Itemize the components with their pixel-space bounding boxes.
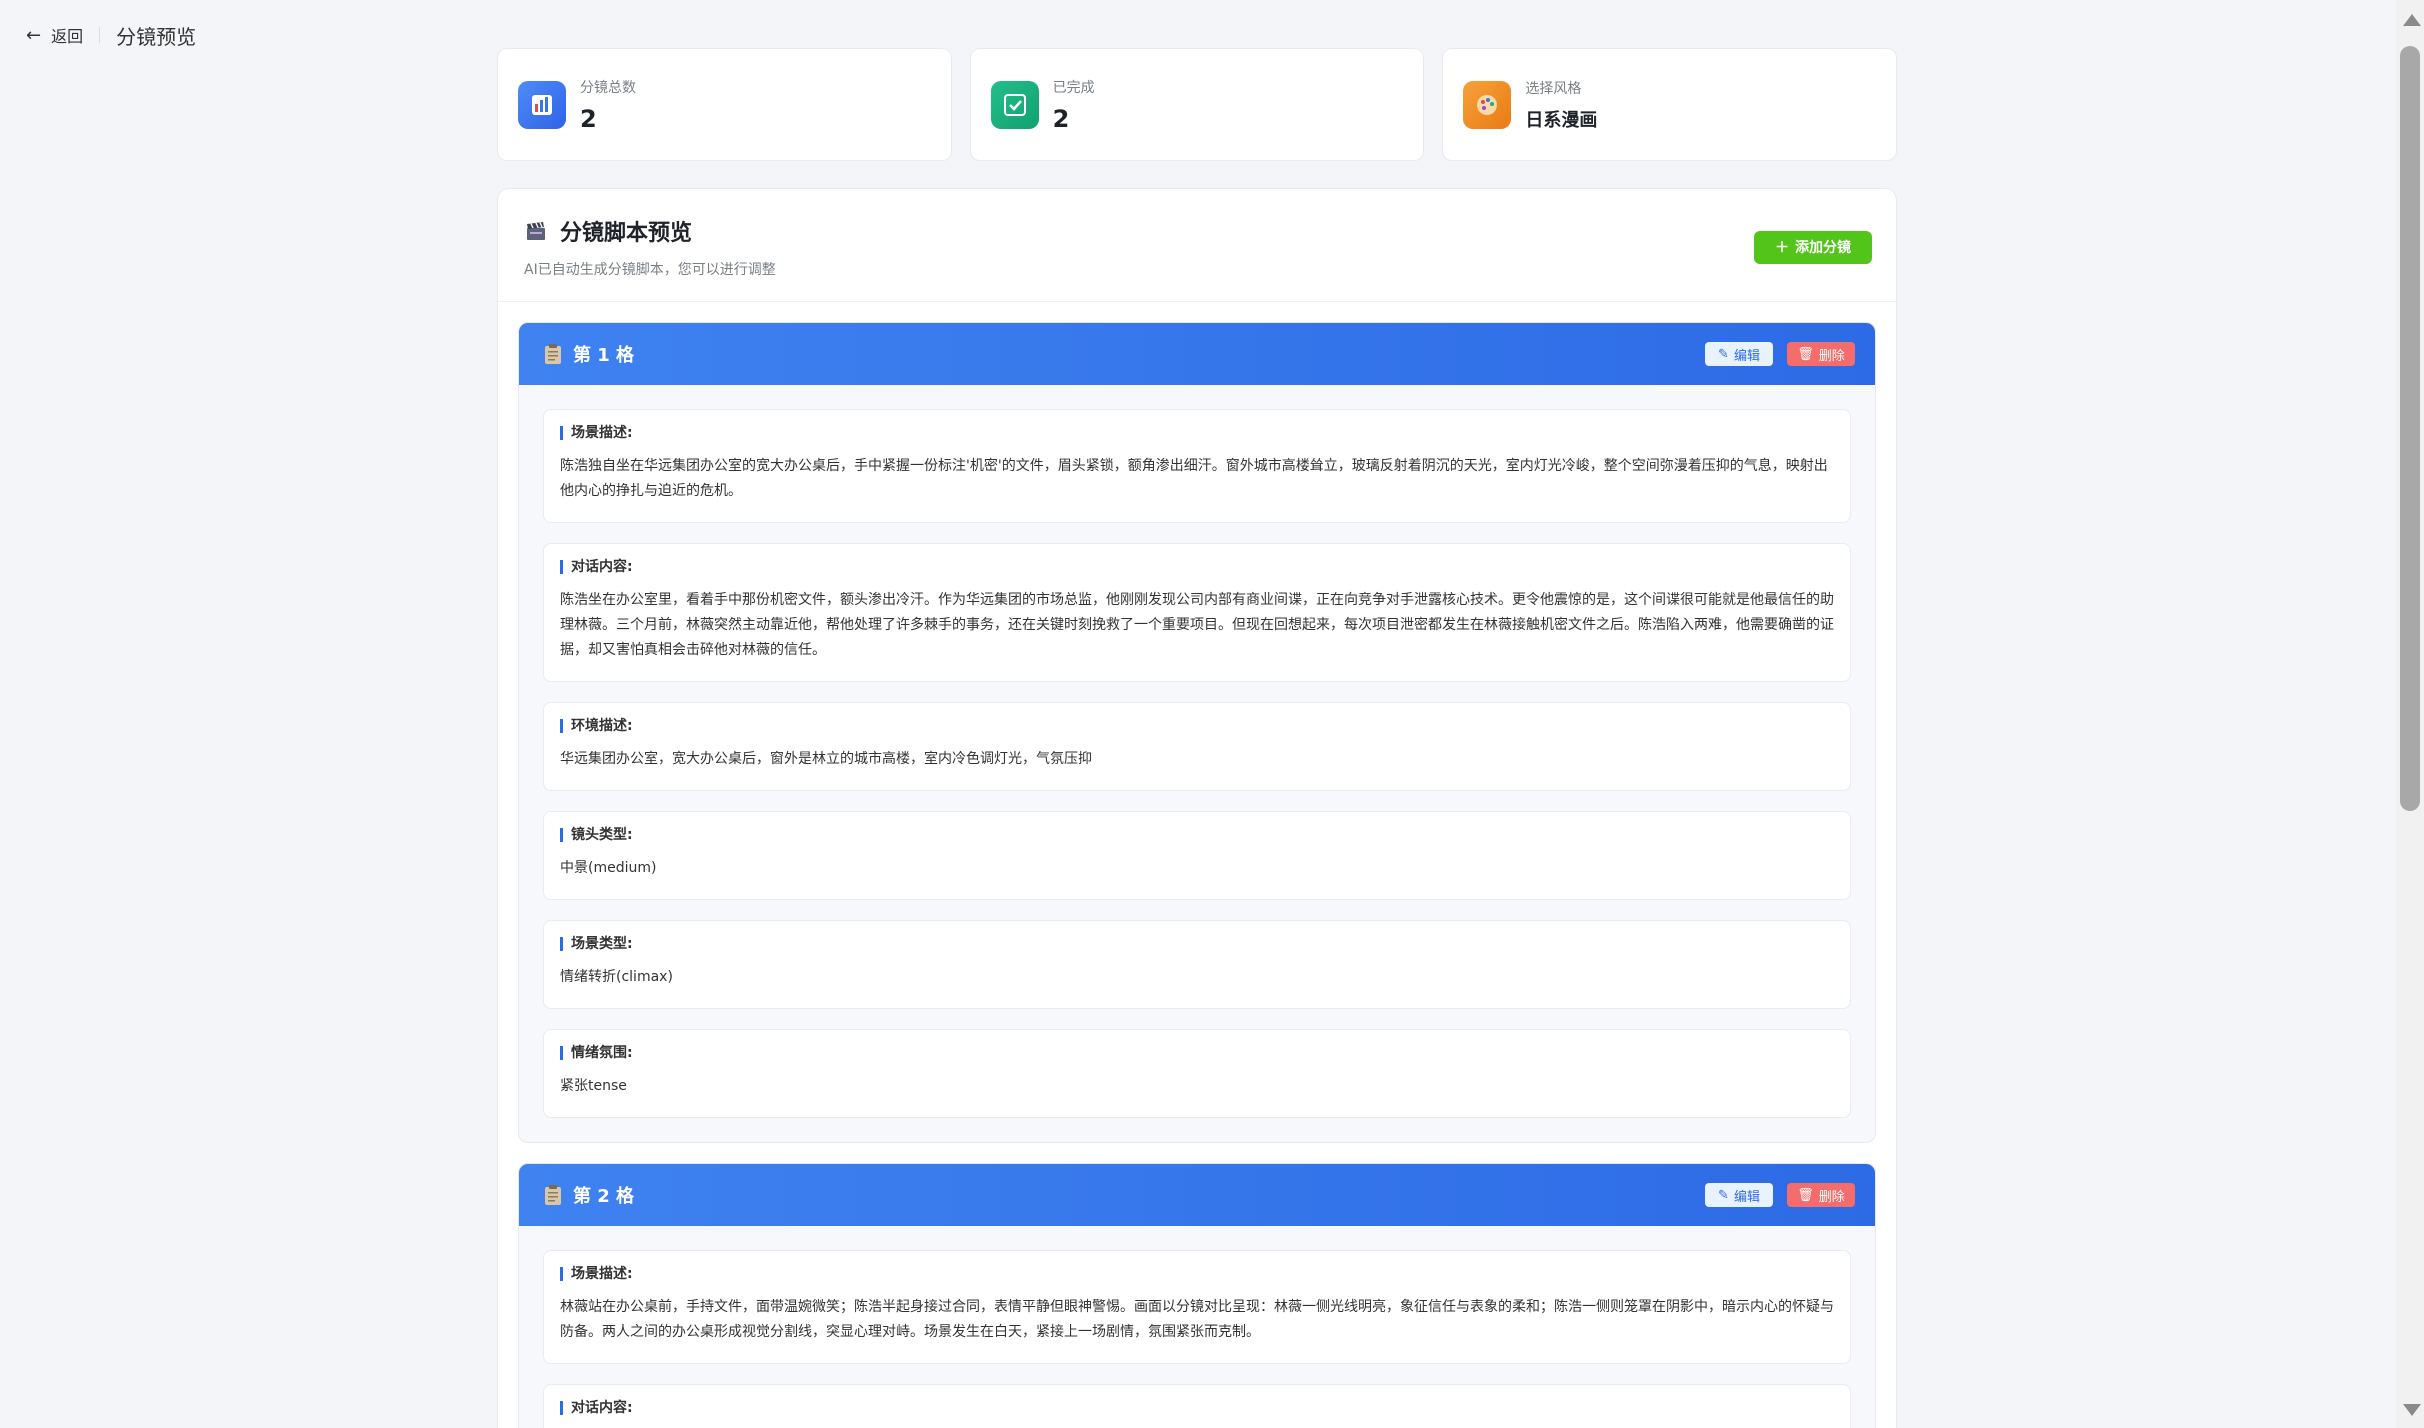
panel-actions: ✎ 编辑 🗑 删除 xyxy=(1705,342,1855,366)
field-mood: 情绪氛围: 紧张tense xyxy=(543,1029,1851,1118)
field-label: 镜头类型: xyxy=(560,828,1834,842)
stat-label: 分镜总数 xyxy=(580,79,636,96)
field-label: 场景类型: xyxy=(560,937,1834,951)
field-scene-description: 场景描述: 陈浩独自坐在华远集团办公室的宽大办公桌后，手中紧握一份标注'机密'的… xyxy=(543,409,1851,523)
clipboard-icon xyxy=(545,1185,561,1205)
edit-button[interactable]: ✎ 编辑 xyxy=(1705,1183,1773,1207)
field-shot-type: 镜头类型: 中景(medium) xyxy=(543,811,1851,900)
stat-card-total: 分镜总数 2 xyxy=(497,48,952,161)
card-title-text: 分镜脚本预览 xyxy=(560,221,693,246)
stat-label: 选择风格 xyxy=(1525,80,1582,97)
add-panel-button[interactable]: ＋ 添加分镜 xyxy=(1754,230,1872,264)
stats-row: 分镜总数 2 已完成 2 选择风格 日系漫画 xyxy=(497,48,1898,161)
edit-icon: ✎ xyxy=(1718,346,1729,362)
delete-label: 删除 xyxy=(1818,348,1845,364)
stat-value: 2 xyxy=(580,104,597,133)
check-icon xyxy=(990,80,1039,129)
field-dialogue: 对话内容: xyxy=(543,1384,1851,1428)
field-scene-type: 场景类型: 情绪转折(climax) xyxy=(543,920,1851,1009)
field-label: 场景描述: xyxy=(560,1267,1834,1281)
clipboard-icon xyxy=(545,344,561,364)
panel-title-text: 第 2 格 xyxy=(573,1186,635,1207)
panel-body: 场景描述: 林薇站在办公桌前，手持文件，面带温婉微笑；陈浩半起身接过合同，表情平… xyxy=(519,1226,1875,1428)
vertical-scrollbar[interactable] xyxy=(2396,0,2424,1428)
field-scene-description: 场景描述: 林薇站在办公桌前，手持文件，面带温婉微笑；陈浩半起身接过合同，表情平… xyxy=(543,1250,1851,1364)
page-title: 分镜预览 xyxy=(116,24,197,49)
plus-icon: ＋ xyxy=(1775,240,1789,256)
edit-label: 编辑 xyxy=(1733,1189,1760,1205)
panel-title: 第 2 格 xyxy=(543,1182,634,1208)
panel-actions: ✎ 编辑 🗑 删除 xyxy=(1705,1183,1855,1207)
field-text: 林薇站在办公桌前，手持文件，面带温婉微笑；陈浩半起身接过合同，表情平静但眼神警惕… xyxy=(560,1299,1834,1340)
field-text: 陈浩独自坐在华远集团办公室的宽大办公桌后，手中紧握一份标注'机密'的文件，眉头紧… xyxy=(560,458,1828,499)
delete-button[interactable]: 🗑 删除 xyxy=(1787,342,1855,366)
stat-card-style: 选择风格 日系漫画 xyxy=(1442,48,1898,161)
card-title: 分镜脚本预览 xyxy=(524,215,776,247)
storyboard-card: 分镜脚本预览 AI已自动生成分镜脚本，您可以进行调整 ＋ 添加分镜 第 1 格 … xyxy=(497,188,1897,1428)
field-label: 情绪氛围: xyxy=(560,1046,1834,1060)
back-label: 返回 xyxy=(51,27,84,46)
scroll-up-icon[interactable] xyxy=(2403,14,2421,26)
clapperboard-icon xyxy=(527,222,545,240)
divider xyxy=(99,27,101,43)
field-text: 陈浩坐在办公室里，看着手中那份机密文件，额头渗出冷汗。作为华远集团的市场总监，他… xyxy=(560,592,1834,658)
add-panel-label: 添加分镜 xyxy=(1795,240,1851,256)
panel-header: 第 2 格 ✎ 编辑 🗑 删除 xyxy=(519,1164,1875,1226)
field-text: 情绪转折(climax) xyxy=(560,969,673,985)
chart-icon xyxy=(518,80,566,129)
field-text: 华远集团办公室，宽大办公桌后，窗外是林立的城市高楼，室内冷色调灯光，气氛压抑 xyxy=(560,751,1092,767)
palette-icon xyxy=(1463,80,1512,129)
field-dialogue: 对话内容: 陈浩坐在办公室里，看着手中那份机密文件，额头渗出冷汗。作为华远集团的… xyxy=(543,543,1851,682)
panel-2: 第 2 格 ✎ 编辑 🗑 删除 场景描述: 林薇站在办公桌前，手持文件，面带温婉… xyxy=(518,1163,1876,1428)
edit-label: 编辑 xyxy=(1733,348,1760,364)
panel-header: 第 1 格 ✎ 编辑 🗑 删除 xyxy=(519,323,1875,385)
card-subtitle: AI已自动生成分镜脚本，您可以进行调整 xyxy=(524,262,776,278)
scrollbar-thumb[interactable] xyxy=(2400,46,2420,811)
trash-icon: 🗑 xyxy=(1797,1187,1814,1203)
field-label: 环境描述: xyxy=(560,719,1834,733)
delete-button[interactable]: 🗑 删除 xyxy=(1787,1183,1855,1207)
stat-label: 已完成 xyxy=(1052,79,1095,96)
panel-1: 第 1 格 ✎ 编辑 🗑 删除 场景描述: 陈浩独自坐在华远集团办公室的宽大办公… xyxy=(518,322,1876,1143)
panel-body: 场景描述: 陈浩独自坐在华远集团办公室的宽大办公桌后，手中紧握一份标注'机密'的… xyxy=(519,385,1875,1142)
edit-icon: ✎ xyxy=(1718,1187,1729,1203)
field-label: 对话内容: xyxy=(560,560,1834,574)
main-content: 分镜总数 2 已完成 2 选择风格 日系漫画 分镜脚本预览 AI已自动生成分镜脚… xyxy=(497,48,1898,1428)
card-header: 分镜脚本预览 AI已自动生成分镜脚本，您可以进行调整 ＋ 添加分镜 xyxy=(498,189,1896,302)
field-label: 场景描述: xyxy=(560,426,1834,440)
stat-card-done: 已完成 2 xyxy=(969,48,1425,161)
arrow-left-icon: ← xyxy=(26,24,42,46)
panel-title: 第 1 格 xyxy=(543,341,634,367)
stat-value: 日系漫画 xyxy=(1525,109,1598,131)
field-text: 紧张tense xyxy=(560,1078,627,1094)
scroll-down-icon[interactable] xyxy=(2403,1404,2421,1416)
back-button[interactable]: ← 返回 xyxy=(26,23,83,47)
field-text: 中景(medium) xyxy=(560,860,657,876)
panel-title-text: 第 1 格 xyxy=(573,345,635,366)
edit-button[interactable]: ✎ 编辑 xyxy=(1705,342,1773,366)
stat-value: 2 xyxy=(1052,104,1070,133)
trash-icon: 🗑 xyxy=(1797,346,1814,362)
field-environment: 环境描述: 华远集团办公室，宽大办公桌后，窗外是林立的城市高楼，室内冷色调灯光，… xyxy=(543,702,1851,791)
delete-label: 删除 xyxy=(1818,1189,1845,1205)
field-label: 对话内容: xyxy=(560,1401,1834,1415)
